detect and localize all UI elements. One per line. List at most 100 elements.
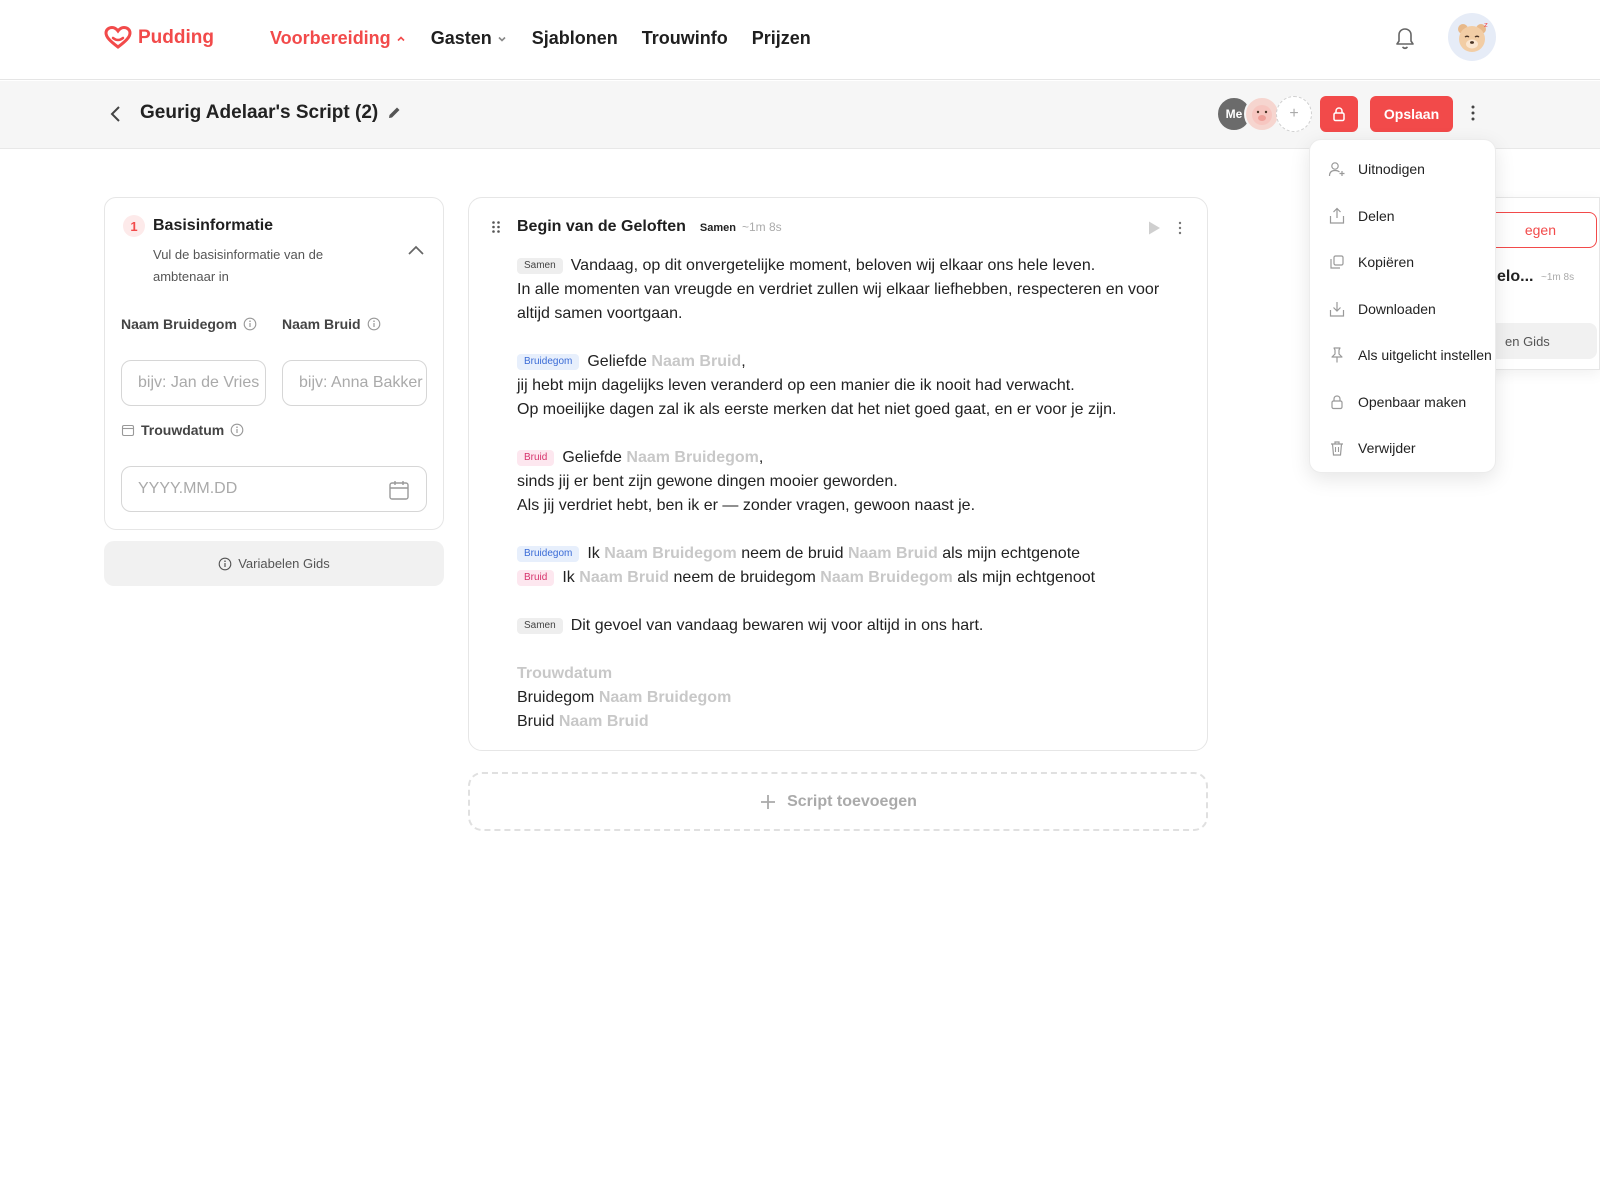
back-button[interactable] [108, 103, 124, 130]
bride-name-input[interactable]: bijv: Anna Bakker [282, 360, 427, 406]
main-nav: Voorbereiding Gasten Sjablonen Trouwinfo… [270, 28, 811, 49]
menu-item-label: Kopiëren [1358, 254, 1415, 271]
menu-item-label: Uitnodigen [1358, 161, 1425, 178]
variable-groom-name: Naam Bruidegom [604, 545, 737, 562]
add-script-label: Script toevoegen [787, 792, 917, 810]
script-text[interactable]: Samen Vandaag, op dit onvergetelijke mome… [517, 254, 1177, 734]
notifications-button[interactable] [1392, 24, 1418, 57]
script-text-run: , [758, 449, 764, 466]
side-panel-duration: ~1m 8s [1541, 272, 1575, 283]
bear-avatar-icon: z [1458, 21, 1488, 52]
variable-bride-name: Naam Bruid [651, 353, 742, 370]
variable-wedding-date: Trouwdatum [517, 665, 613, 682]
variable-groom-name: Naam Bruidegom [598, 689, 732, 706]
script-signature: Trouwdatum Bruidegom Naam Bruidegom Brui… [517, 662, 1177, 734]
pin-icon [1331, 347, 1343, 363]
card-title: Basisinformatie [153, 217, 274, 234]
plus-icon [761, 794, 776, 809]
info-icon[interactable] [243, 317, 257, 331]
script-block: Begin van de Geloften Samen ~1m 8s Samen… [468, 197, 1208, 751]
nav-label: Gasten [430, 28, 492, 48]
menu-item-delen[interactable]: Delen [1310, 193, 1495, 240]
add-collaborator-button[interactable]: + [1276, 96, 1312, 132]
download-icon [1329, 301, 1345, 317]
menu-item-downloaden[interactable]: Downloaden [1310, 286, 1495, 333]
info-icon [218, 557, 232, 570]
variables-guide-label: Variabelen Gids [238, 556, 330, 571]
brand-logo[interactable]: Pudding [104, 26, 214, 50]
info-icon[interactable] [230, 423, 244, 437]
role-pill-samen: Samen [517, 258, 563, 274]
menu-item-label: Openbaar maken [1358, 393, 1467, 410]
script-paragraph: Bruidegom Geliefde Naam Bruid, jij hebt m… [517, 350, 1177, 422]
more-options-button[interactable] [1470, 103, 1476, 128]
avatar-collaborator[interactable] [1244, 96, 1280, 132]
calendar-picker-icon[interactable] [388, 479, 410, 501]
script-text-run: Geliefde [587, 353, 647, 370]
script-paragraph: Samen Vandaag, op dit onvergetelijke mome… [517, 254, 1177, 326]
collaborators: Me + [1216, 96, 1312, 132]
role-pill-bruid: Bruid [517, 570, 555, 586]
script-paragraph: Bruidegom Ik Naam Bruidegom neem de bruid… [517, 542, 1177, 590]
menu-item-openbaar[interactable]: Openbaar maken [1310, 379, 1495, 426]
script-text-run: Bruidegom [517, 689, 595, 706]
side-panel-item[interactable]: elo... [1497, 268, 1533, 286]
pig-avatar-icon [1252, 105, 1272, 125]
nav-sjablonen[interactable]: Sjablonen [532, 28, 618, 49]
script-title: Begin van de Geloften [517, 218, 686, 235]
nav-label: Prijzen [751, 28, 811, 48]
role-pill-bruidegom: Bruidegom [517, 546, 580, 562]
menu-item-verwijder[interactable]: Verwijder [1310, 425, 1495, 472]
nav-gasten[interactable]: Gasten [431, 28, 508, 49]
info-icon[interactable] [367, 317, 381, 331]
wedding-date-input[interactable]: YYYY.MM.DD [121, 466, 427, 512]
script-paragraph: Samen Dit gevoel van vandaag bewaren wij … [517, 614, 1177, 638]
menu-item-kopieren[interactable]: Kopiëren [1310, 239, 1495, 286]
collapse-button[interactable] [407, 244, 425, 262]
privacy-lock-button[interactable] [1320, 96, 1358, 132]
more-vertical-icon [1471, 105, 1475, 121]
card-description: Vul de basisinformatie van de ambtenaar … [153, 247, 324, 284]
save-button[interactable]: Opslaan [1370, 96, 1453, 132]
chevron-up-icon [397, 35, 405, 41]
nav-trouwinfo[interactable]: Trouwinfo [642, 28, 728, 49]
script-duration: ~1m 8s [742, 220, 782, 234]
script-text-run: neem de bruidegom [673, 569, 816, 586]
nav-label: Voorbereiding [270, 28, 391, 48]
menu-item-uitgelicht[interactable]: Als uitgelicht instellen [1310, 332, 1495, 379]
more-vertical-icon [1178, 221, 1182, 235]
date-placeholder: YYYY.MM.DD [138, 480, 238, 497]
menu-item-label: Downloaden [1358, 300, 1436, 317]
variable-bride-name: Naam Bruid [847, 545, 938, 562]
edit-title-button[interactable] [386, 105, 402, 126]
variable-groom-name: Naam Bruidegom [626, 449, 759, 466]
play-button[interactable] [1147, 220, 1161, 241]
groom-name-label: Naam Bruidegom [121, 316, 257, 332]
nav-voorbereiding[interactable]: Voorbereiding [270, 28, 407, 49]
script-text-run: als mijn echtgenoot [957, 569, 1096, 586]
groom-name-input[interactable]: bijv: Jan de Vries [121, 360, 266, 406]
menu-item-uitnodigen[interactable]: Uitnodigen [1310, 146, 1495, 193]
user-plus-icon [1328, 162, 1345, 177]
drag-handle[interactable] [491, 220, 501, 239]
heart-logo-icon [104, 26, 132, 49]
script-paragraph: Bruid Geliefde Naam Bruidegom, sinds jij … [517, 446, 1177, 518]
wedding-date-label: Trouwdatum [121, 422, 244, 438]
svg-text:z: z [1484, 21, 1488, 29]
script-line: Op moeilijke dagen zal ik als eerste mer… [517, 401, 1117, 418]
script-line: Dit gevoel van vandaag bewaren wij voor … [570, 617, 984, 634]
menu-item-label: Delen [1358, 207, 1395, 224]
add-script-button[interactable]: Script toevoegen [468, 772, 1208, 831]
script-options-button[interactable] [1177, 220, 1183, 241]
variables-guide-button[interactable]: Variabelen Gids [104, 541, 444, 586]
nav-prijzen[interactable]: Prijzen [752, 28, 811, 49]
script-text-run: Geliefde [562, 449, 622, 466]
top-navigation: Pudding Voorbereiding Gasten Sjablonen T… [0, 0, 1600, 80]
step-number: 1 [123, 215, 145, 237]
user-avatar[interactable]: z [1448, 13, 1496, 61]
page-title: Geurig Adelaar's Script (2) [140, 102, 379, 123]
lock-icon [1331, 395, 1343, 409]
script-line: In alle momenten van vreugde en verdriet… [517, 281, 1160, 322]
script-line: jij hebt mijn dagelijks leven veranderd … [517, 377, 1075, 394]
script-text-run: Ik [562, 569, 575, 586]
